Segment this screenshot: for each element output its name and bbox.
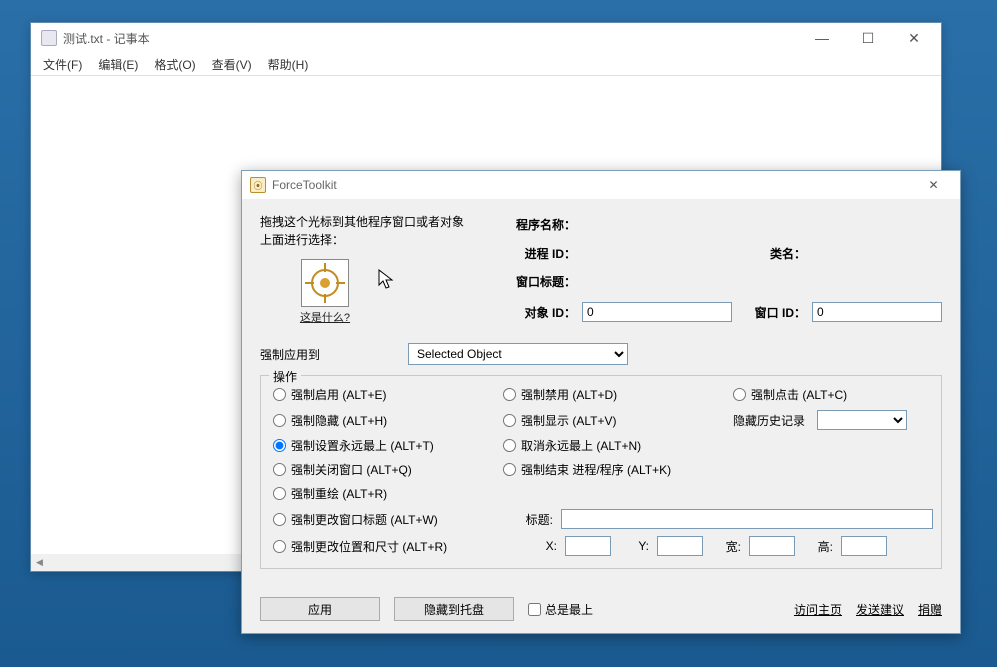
label-title: 标题:	[503, 511, 553, 528]
input-x[interactable]	[565, 536, 611, 556]
operations-label: 操作	[269, 368, 301, 385]
menu-help[interactable]: 帮助(H)	[260, 54, 317, 75]
apply-to-label: 强制应用到	[260, 346, 408, 363]
label-object-id: 对象 ID：	[502, 304, 582, 321]
radio-change-pos[interactable]: 强制更改位置和尺寸 (ALT+R)	[273, 536, 503, 556]
input-w[interactable]	[749, 536, 795, 556]
info-grid: 程序名称： 进程 ID： 类名： 窗口标题： 对象 ID： 窗口 ID：	[502, 213, 942, 325]
radio-force-show[interactable]: 强制显示 (ALT+V)	[503, 410, 733, 430]
label-window-id: 窗口 ID：	[732, 304, 812, 321]
apply-button[interactable]: 应用	[260, 597, 380, 621]
label-hide-history: 隐藏历史记录	[733, 412, 805, 429]
menu-file[interactable]: 文件(F)	[35, 54, 90, 75]
link-send-suggestion[interactable]: 发送建议	[856, 601, 904, 618]
crosshair-picker[interactable]	[301, 259, 349, 307]
hide-to-tray-button[interactable]: 隐藏到托盘	[394, 597, 514, 621]
radio-force-disable[interactable]: 强制禁用 (ALT+D)	[503, 386, 733, 403]
input-y[interactable]	[657, 536, 703, 556]
menu-view[interactable]: 查看(V)	[204, 54, 260, 75]
notepad-titlebar[interactable]: 测试.txt - 记事本 — ☐ ✕	[31, 23, 941, 53]
radio-force-topmost[interactable]: 强制设置永远最上 (ALT+T)	[273, 437, 503, 454]
label-w: 宽:	[725, 538, 741, 555]
notepad-icon	[41, 30, 57, 46]
ft-title: ForceToolkit	[270, 178, 911, 192]
bottom-bar: 应用 隐藏到托盘 总是最上 访问主页 发送建议 捐赠	[260, 597, 942, 621]
checkbox-always-top[interactable]: 总是最上	[528, 601, 593, 618]
forcetoolkit-window: ⦿ ForceToolkit ✕ 拖拽这个光标到其他程序窗口或者对象上面进行选择…	[241, 170, 961, 634]
radio-force-enable[interactable]: 强制启用 (ALT+E)	[273, 386, 503, 403]
ft-close-button[interactable]: ✕	[911, 172, 956, 198]
notepad-menubar: 文件(F) 编辑(E) 格式(O) 查看(V) 帮助(H)	[31, 53, 941, 75]
close-button[interactable]: ✕	[891, 23, 937, 53]
radio-force-kill[interactable]: 强制结束 进程/程序 (ALT+K)	[503, 461, 733, 478]
radio-force-hide[interactable]: 强制隐藏 (ALT+H)	[273, 410, 503, 430]
maximize-button[interactable]: ☐	[845, 23, 891, 53]
scroll-left-icon[interactable]: ◀	[31, 554, 48, 571]
radio-change-title[interactable]: 强制更改窗口标题 (ALT+W)	[273, 509, 503, 529]
whatis-link[interactable]: 这是什么?	[300, 312, 350, 324]
label-class-name: 类名：	[732, 245, 812, 262]
label-process-id: 进程 ID：	[502, 245, 582, 262]
drag-instruction: 拖拽这个光标到其他程序窗口或者对象上面进行选择：	[260, 213, 472, 249]
ft-body: 拖拽这个光标到其他程序窗口或者对象上面进行选择： 这是什么?	[242, 199, 960, 633]
menu-edit[interactable]: 编辑(E)	[90, 54, 146, 75]
radio-cancel-topmost[interactable]: 取消永远最上 (ALT+N)	[503, 437, 733, 454]
crosshair-icon	[302, 260, 348, 306]
input-window-id[interactable]	[812, 302, 942, 322]
label-h: 高:	[817, 538, 833, 555]
link-donate[interactable]: 捐赠	[918, 601, 942, 618]
operations-fieldset: 操作 强制启用 (ALT+E) 强制禁用 (ALT+D) 强制点击 (ALT+C…	[260, 375, 942, 569]
label-window-title: 窗口标题：	[502, 273, 582, 290]
radio-force-click[interactable]: 强制点击 (ALT+C)	[733, 386, 933, 403]
label-y: Y:	[633, 539, 649, 553]
link-visit-homepage[interactable]: 访问主页	[794, 601, 842, 618]
apply-to-select[interactable]: Selected Object	[408, 343, 628, 365]
ft-titlebar[interactable]: ⦿ ForceToolkit ✕	[242, 171, 960, 199]
label-x: X:	[541, 539, 557, 553]
menu-format[interactable]: 格式(O)	[146, 54, 203, 75]
radio-force-redraw[interactable]: 强制重绘 (ALT+R)	[273, 485, 503, 502]
input-h[interactable]	[841, 536, 887, 556]
radio-force-close[interactable]: 强制关闭窗口 (ALT+Q)	[273, 461, 503, 478]
drag-section: 拖拽这个光标到其他程序窗口或者对象上面进行选择： 这是什么?	[260, 213, 472, 325]
select-hide-history[interactable]	[817, 410, 907, 430]
notepad-title: 测试.txt - 记事本	[63, 30, 799, 47]
minimize-button[interactable]: —	[799, 23, 845, 53]
input-object-id[interactable]	[582, 302, 732, 322]
input-title[interactable]	[561, 509, 933, 529]
ft-app-icon: ⦿	[250, 177, 266, 193]
label-program-name: 程序名称：	[502, 216, 582, 233]
